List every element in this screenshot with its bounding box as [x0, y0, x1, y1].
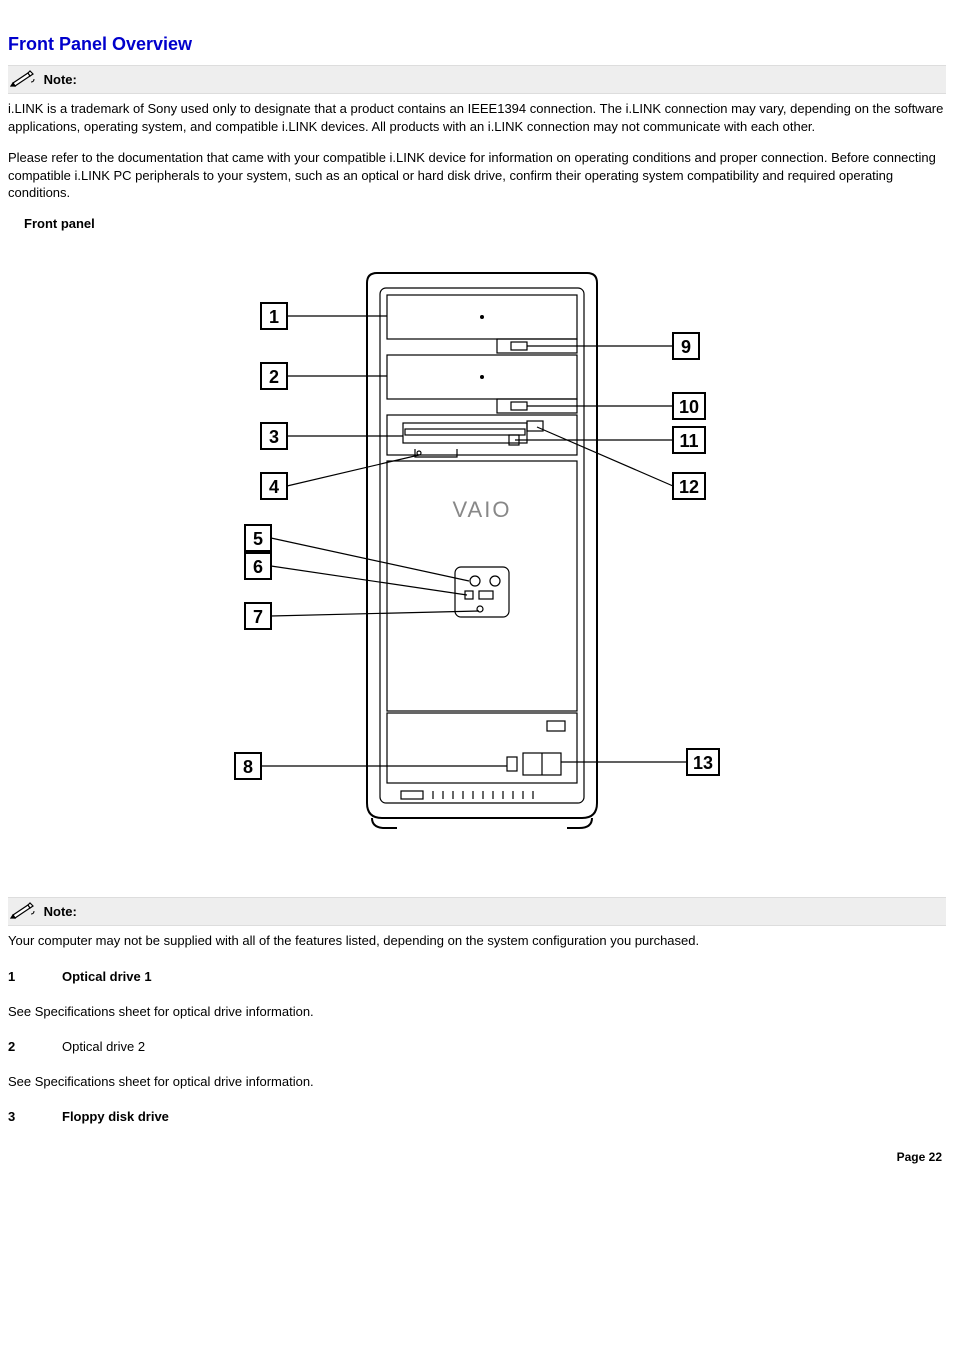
pencil-icon [10, 901, 38, 922]
svg-text:1: 1 [269, 307, 279, 327]
table-row: 1 Optical drive 1 [8, 963, 318, 990]
note-label: Note: [44, 72, 77, 87]
note1-paragraph1: i.LINK is a trademark of Sony used only … [8, 100, 946, 135]
item-label: Optical drive 1 [62, 963, 318, 990]
figure-caption: Front panel [24, 216, 946, 231]
note-bar-2: Note: [8, 897, 946, 926]
svg-text:3: 3 [269, 427, 279, 447]
note2-paragraph: Your computer may not be supplied with a… [8, 932, 946, 950]
svg-text:8: 8 [243, 757, 253, 777]
front-panel-diagram: .ln { stroke:#000; stroke-width:2; fill:… [8, 243, 946, 863]
note-label: Note: [44, 904, 77, 919]
item-number: 2 [8, 1033, 62, 1060]
svg-text:7: 7 [253, 607, 263, 627]
item-description: See Specifications sheet for optical dri… [8, 1060, 318, 1103]
svg-text:10: 10 [679, 397, 699, 417]
pencil-icon [10, 69, 38, 90]
svg-text:9: 9 [681, 337, 691, 357]
svg-text:2: 2 [269, 367, 279, 387]
table-row: 3 Floppy disk drive [8, 1103, 318, 1130]
table-row: See Specifications sheet for optical dri… [8, 990, 318, 1033]
callout-items-table: 1 Optical drive 1 See Specifications she… [8, 963, 318, 1130]
item-number: 3 [8, 1103, 62, 1130]
item-label: Optical drive 2 [62, 1033, 318, 1060]
table-row: 2 Optical drive 2 [8, 1033, 318, 1060]
table-row: See Specifications sheet for optical dri… [8, 1060, 318, 1103]
svg-text:4: 4 [269, 477, 279, 497]
svg-text:5: 5 [253, 529, 263, 549]
item-number: 1 [8, 963, 62, 990]
svg-text:6: 6 [253, 557, 263, 577]
note1-paragraph2: Please refer to the documentation that c… [8, 149, 946, 202]
item-description: See Specifications sheet for optical dri… [8, 990, 318, 1033]
note-bar-1: Note: [8, 65, 946, 94]
svg-text:13: 13 [693, 753, 713, 773]
item-label: Floppy disk drive [62, 1103, 318, 1130]
svg-text:12: 12 [679, 477, 699, 497]
vaio-logo: VAIO [453, 497, 512, 522]
svg-text:11: 11 [679, 431, 698, 451]
page-title: Front Panel Overview [8, 34, 946, 55]
page-number: Page 22 [8, 1150, 946, 1164]
